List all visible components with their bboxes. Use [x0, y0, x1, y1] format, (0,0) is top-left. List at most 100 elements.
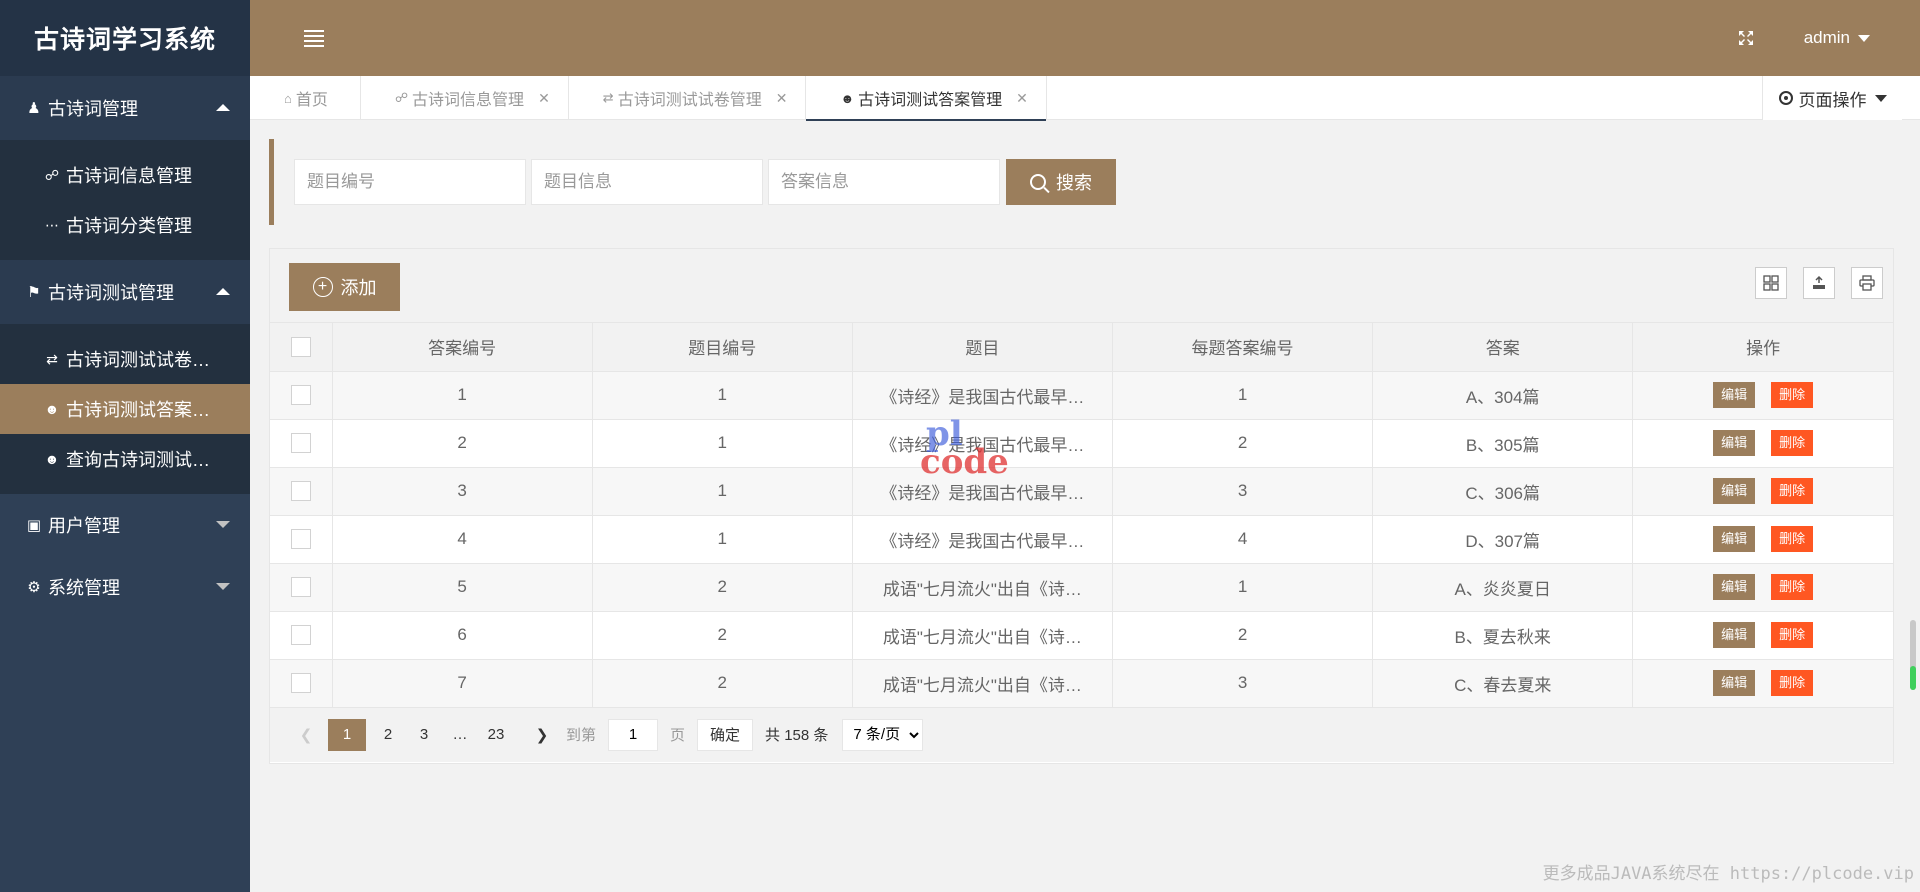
nav-group-user-management[interactable]: ▣ 用户管理: [0, 494, 250, 556]
edit-button[interactable]: 编辑: [1713, 526, 1756, 552]
plus-circle-icon: +: [312, 277, 333, 297]
next-page-icon[interactable]: ❯: [528, 719, 556, 751]
list-icon: ☍: [44, 166, 60, 183]
edit-button[interactable]: 编辑: [1713, 478, 1756, 504]
page-1[interactable]: 1: [328, 718, 366, 751]
search-button-label: 搜索: [1056, 173, 1092, 193]
edit-button[interactable]: 编辑: [1713, 622, 1756, 648]
edit-button[interactable]: 编辑: [1713, 670, 1756, 696]
table-row: 3 1 《诗经》是我国古代最早… 3 C、306篇 编辑 删除: [270, 467, 1893, 516]
tab-test-paper[interactable]: ⇄ 古诗词测试试卷管理 ✕: [569, 76, 807, 120]
total-count: 共 158 条: [765, 727, 829, 744]
cell-question: 成语"七月流火"出自《诗…: [852, 659, 1113, 708]
close-icon[interactable]: ✕: [776, 90, 788, 107]
columns-filter-icon[interactable]: [1755, 267, 1787, 299]
search-button[interactable]: 搜索: [1006, 159, 1116, 205]
row-select-cell: [270, 371, 333, 420]
cell-answer: C、306篇: [1372, 467, 1634, 516]
table-row: 2 1 《诗经》是我国古代最早… 2 B、305篇 编辑 删除: [270, 419, 1893, 468]
tab-label: 古诗词测试试卷管理: [617, 92, 762, 109]
print-icon[interactable]: [1851, 267, 1883, 299]
close-icon[interactable]: ✕: [1016, 90, 1028, 107]
tab-label: 古诗词信息管理: [412, 92, 525, 109]
add-button[interactable]: + 添加: [289, 263, 400, 311]
tab-test-answer[interactable]: ☻ 古诗词测试答案管理 ✕: [806, 76, 1047, 121]
menu-toggle-icon[interactable]: [304, 29, 324, 47]
row-checkbox[interactable]: [290, 385, 311, 406]
tab-home[interactable]: ⌂ 首页: [250, 76, 361, 120]
select-all-checkbox[interactable]: [290, 337, 311, 357]
page-23[interactable]: 23: [482, 719, 510, 751]
question-id-input[interactable]: [294, 159, 526, 205]
tab-poetry-info[interactable]: ☍ 古诗词信息管理 ✕: [361, 76, 569, 120]
delete-button[interactable]: 删除: [1771, 478, 1814, 504]
footer-watermark-text: 更多成品JAVA系统尽在 https://plcode.vip: [1542, 864, 1914, 884]
nav-group-system-management[interactable]: ⚙ 系统管理: [0, 556, 250, 618]
sidebar-item-query-test[interactable]: ☻ 查询古诗词测试…: [0, 434, 250, 484]
sidebar-item-label: 古诗词分类管理: [66, 216, 192, 236]
cell-answer-id: 6: [332, 611, 593, 660]
list-icon: ☍: [394, 90, 409, 105]
column-header[interactable]: 题目编号: [592, 323, 853, 372]
edit-button[interactable]: 编辑: [1713, 574, 1756, 600]
page-size-select[interactable]: 7 条/页: [842, 718, 924, 751]
delete-button[interactable]: 删除: [1771, 622, 1814, 648]
sidebar-item-poetry-category[interactable]: ⋯ 古诗词分类管理: [0, 200, 250, 250]
cell-answer-seq: 2: [1112, 419, 1374, 468]
row-checkbox[interactable]: [290, 625, 311, 646]
row-select-cell: [270, 659, 333, 708]
scroll-indicator[interactable]: [1910, 620, 1916, 690]
delete-button[interactable]: 删除: [1771, 574, 1814, 600]
column-header[interactable]: 答案: [1372, 323, 1634, 372]
prev-page-icon[interactable]: ❮: [292, 719, 320, 751]
answer-info-input[interactable]: [768, 159, 1000, 205]
goto-label: 到第: [566, 727, 597, 744]
sidebar-item-poetry-info[interactable]: ☍ 古诗词信息管理: [0, 150, 250, 200]
export-icon[interactable]: [1803, 267, 1835, 299]
fullscreen-icon[interactable]: [1738, 30, 1754, 46]
delete-button[interactable]: 删除: [1771, 526, 1814, 552]
delete-button[interactable]: 删除: [1771, 382, 1814, 408]
row-checkbox[interactable]: [290, 529, 311, 550]
data-table-card: + 添加 答案编号 题目编号 题目 每题答案编号 答案 操作 1 1 《诗经》是…: [269, 248, 1894, 764]
username: admin: [1803, 28, 1850, 47]
delete-button[interactable]: 删除: [1771, 430, 1814, 456]
close-icon[interactable]: ✕: [538, 90, 550, 107]
page-operations-menu[interactable]: 页面操作: [1762, 76, 1902, 120]
sidebar-item-label: 查询古诗词测试…: [66, 450, 210, 470]
cell-answer: A、304篇: [1372, 371, 1634, 420]
delete-button[interactable]: 删除: [1771, 670, 1814, 696]
cell-actions: 编辑 删除: [1632, 611, 1893, 660]
cell-answer-id: 7: [332, 659, 593, 708]
cell-answer-id: 4: [332, 515, 593, 564]
row-checkbox[interactable]: [290, 577, 311, 598]
column-header[interactable]: 题目: [852, 323, 1113, 372]
row-checkbox[interactable]: [290, 433, 311, 454]
column-header[interactable]: 答案编号: [332, 323, 593, 372]
row-checkbox[interactable]: [290, 673, 311, 694]
watermark-logo: pl code: [920, 417, 1009, 479]
nav-group-test-management[interactable]: ⚑ 古诗词测试管理: [0, 260, 250, 324]
user-times-icon: ☻: [840, 90, 855, 106]
column-header[interactable]: 每题答案编号: [1112, 323, 1374, 372]
goto-confirm-button[interactable]: 确定: [697, 718, 754, 751]
edit-button[interactable]: 编辑: [1713, 430, 1756, 456]
sidebar-item-test-answer[interactable]: ☻ 古诗词测试答案…: [0, 384, 250, 434]
row-select-cell: [270, 515, 333, 564]
cell-question: 成语"七月流火"出自《诗…: [852, 611, 1113, 660]
cell-question: 成语"七月流火"出自《诗…: [852, 563, 1113, 612]
edit-button[interactable]: 编辑: [1713, 382, 1756, 408]
question-info-input[interactable]: [531, 159, 763, 205]
cell-question-id: 1: [592, 419, 853, 468]
nav-group-poetry-management[interactable]: ♟ 古诗词管理: [0, 76, 250, 140]
page-tabs: ⌂ 首页 ☍ 古诗词信息管理 ✕ ⇄ 古诗词测试试卷管理 ✕ ☻ 古诗词测试答案…: [250, 76, 1920, 121]
row-checkbox[interactable]: [290, 481, 311, 502]
sidebar-item-test-paper[interactable]: ⇄ 古诗词测试试卷…: [0, 334, 250, 384]
page-2[interactable]: 2: [374, 719, 402, 751]
user-menu[interactable]: admin: [1804, 0, 1870, 76]
monitor-icon: ▣: [26, 517, 42, 534]
dots-icon: ⋯: [45, 216, 59, 233]
cell-answer: B、夏去秋来: [1372, 611, 1634, 660]
page-3[interactable]: 3: [410, 719, 438, 751]
goto-page-input[interactable]: [608, 718, 659, 751]
